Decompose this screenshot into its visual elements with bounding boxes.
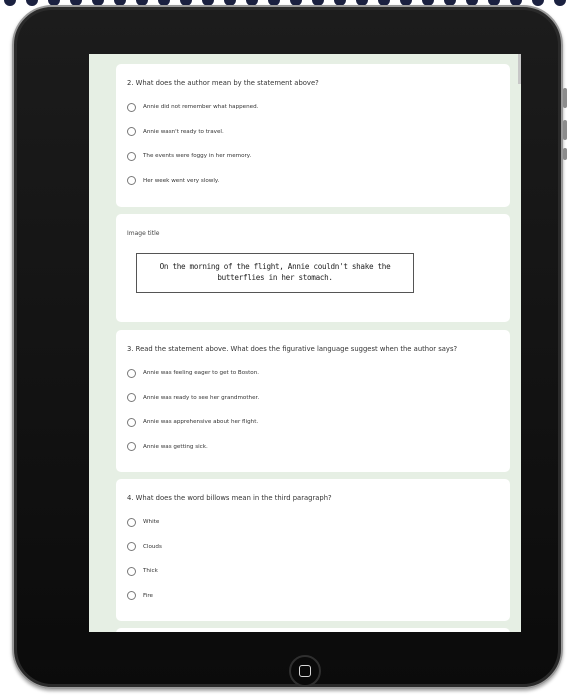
radio-button[interactable] xyxy=(127,102,136,112)
option-radio[interactable]: Her week went very slowly. xyxy=(127,169,499,194)
radio-button[interactable] xyxy=(127,393,136,403)
option-label: Annie was getting sick. xyxy=(143,443,208,450)
border-dot xyxy=(554,0,566,6)
question-card-3: 3. Read the statement above. What does t… xyxy=(116,330,510,472)
scrollbar[interactable] xyxy=(518,54,521,84)
option-radio[interactable]: Annie did not remember what happened. xyxy=(127,95,499,120)
side-volume-button xyxy=(563,88,567,108)
option-label: Clouds xyxy=(143,543,162,550)
radio-button[interactable] xyxy=(127,151,136,161)
option-radio[interactable]: The events were foggy in her memory. xyxy=(127,144,499,169)
tablet-frame: 2. What does the author mean by the stat… xyxy=(12,5,563,689)
radio-button[interactable] xyxy=(127,517,136,527)
border-dot xyxy=(26,0,38,6)
radio-button[interactable] xyxy=(127,417,136,427)
option-label: Fire xyxy=(143,592,153,599)
option-label: Annie did not remember what happened. xyxy=(143,104,259,111)
border-dot xyxy=(532,0,544,6)
option-radio[interactable]: Clouds xyxy=(127,535,499,560)
option-label: Annie was apprehensive about her flight. xyxy=(143,419,259,426)
home-button[interactable] xyxy=(289,655,321,687)
home-square-icon xyxy=(299,665,311,677)
radio-button[interactable] xyxy=(127,566,136,576)
form-screen[interactable]: 2. What does the author mean by the stat… xyxy=(89,54,521,632)
option-radio[interactable]: Annie was ready to see her grandmother. xyxy=(127,386,499,411)
option-label: Annie was feeling eager to get to Boston… xyxy=(143,370,260,377)
quote-image: On the morning of the flight, Annie coul… xyxy=(136,253,414,293)
option-label: The events were foggy in her memory. xyxy=(143,153,252,160)
option-label: Thick xyxy=(143,568,158,575)
option-radio[interactable]: Annie was apprehensive about her flight. xyxy=(127,410,499,435)
question-title: 3. Read the statement above. What does t… xyxy=(127,345,458,353)
option-radio[interactable]: Annie was getting sick. xyxy=(127,435,499,460)
quote-line-2: butterflies in her stomach. xyxy=(217,272,333,282)
border-dot xyxy=(4,0,16,6)
option-radio[interactable]: White xyxy=(127,510,499,535)
side-volume-button xyxy=(563,120,567,140)
radio-button[interactable] xyxy=(127,368,136,378)
question-title: 4. What does the word billows mean in th… xyxy=(127,494,332,502)
side-switch xyxy=(563,148,567,160)
radio-button[interactable] xyxy=(127,542,136,552)
option-label: Annie wasn't ready to travel. xyxy=(143,128,224,135)
quote-line-1: On the morning of the flight, Annie coul… xyxy=(159,262,391,271)
option-label: Her week went very slowly. xyxy=(143,177,220,184)
question-title: 2. What does the author mean by the stat… xyxy=(127,79,319,87)
image-title: Image title xyxy=(127,230,160,237)
image-item-card: Image title On the morning of the flight… xyxy=(116,214,510,322)
radio-button[interactable] xyxy=(127,127,136,137)
next-card-partial xyxy=(116,628,510,632)
radio-button[interactable] xyxy=(127,591,136,601)
option-label: Annie was ready to see her grandmother. xyxy=(143,394,260,401)
option-radio[interactable]: Annie was feeling eager to get to Boston… xyxy=(127,361,499,386)
radio-button[interactable] xyxy=(127,176,136,186)
option-radio[interactable]: Thick xyxy=(127,559,499,584)
option-radio[interactable]: Annie wasn't ready to travel. xyxy=(127,120,499,145)
question-card-2: 2. What does the author mean by the stat… xyxy=(116,64,510,207)
question-card-4: 4. What does the word billows mean in th… xyxy=(116,479,510,621)
option-radio[interactable]: Fire xyxy=(127,584,499,609)
option-label: White xyxy=(143,519,160,526)
radio-button[interactable] xyxy=(127,442,136,452)
